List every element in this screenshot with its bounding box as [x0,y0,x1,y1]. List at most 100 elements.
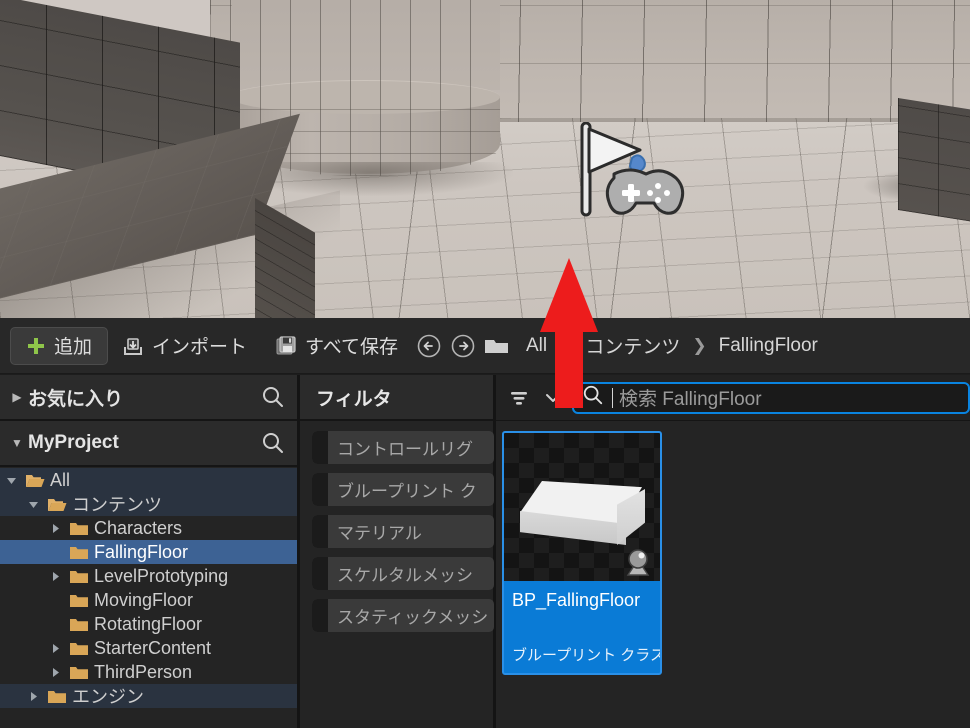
asset-tile-name: BP_FallingFloor [512,590,641,610]
filter-chip-swatch [312,515,328,548]
filter-chip-2[interactable]: マテリアル [312,515,494,548]
chevron-right-icon[interactable] [44,571,66,582]
filter-chip-0[interactable]: コントロールリグ [312,431,494,464]
breadcrumb-item-1[interactable]: コンテンツ [577,332,688,359]
tree-item-LevelPrototyping[interactable]: LevelPrototyping [0,564,297,588]
breadcrumb-item-0[interactable]: All [518,335,555,357]
chevron-right-icon[interactable] [44,667,66,678]
navigate-back-button[interactable] [412,329,446,363]
asset-tree: All コンテンツ Characters FallingFloor LevelProto… [0,467,297,728]
tree-item-Characters[interactable]: Characters [0,516,297,540]
asset-tile-type: ブループリント クラス [512,647,660,664]
asset-tile-bp-fallingfloor[interactable]: BP_FallingFloor ブループリント クラス [502,431,662,675]
filter-chip-3[interactable]: スケルタルメッシ [312,557,494,590]
folder-icon [66,592,92,609]
project-label: MyProject [28,432,119,453]
save-all-button-label: すべて保存 [305,337,398,358]
breadcrumb: All ❯ コンテンツ ❯ FallingFloor [518,332,826,359]
content-browser-toolbar: 追加 インポート すべて保存 All ❯ コンテンツ ❯ FallingFloo… [0,318,970,374]
breadcrumb-item-2[interactable]: FallingFloor [711,335,826,357]
filter-chip-swatch [312,431,328,464]
tree-item-RotatingFloor[interactable]: RotatingFloor [0,612,297,636]
filter-chip-label: スタティックメッシ [337,608,489,627]
tree-item-StarterContent[interactable]: StarterContent [0,636,297,660]
viewport-right-block-grid [898,98,970,228]
chevron-down-icon[interactable] [0,475,22,486]
chevron-right-icon[interactable] [44,523,66,534]
import-icon [122,335,144,357]
favorites-search-icon[interactable] [259,385,287,409]
tree-item-label: エンジン [72,687,144,707]
filter-chip-4[interactable]: スタティックメッシ [312,599,494,632]
tree-item-コンテンツ[interactable]: コンテンツ [0,492,297,516]
folder-icon [66,664,92,681]
folder-icon [66,568,92,585]
project-search-icon[interactable] [259,431,287,455]
tree-item-ThirdPerson[interactable]: ThirdPerson [0,660,297,684]
plus-icon [26,336,46,356]
filter-funnel-icon[interactable] [504,383,534,413]
filter-chip-label: ブループリント ク [337,482,477,501]
asset-grid[interactable]: BP_FallingFloor ブループリント クラス [496,421,970,728]
navigate-forward-button[interactable] [446,329,480,363]
breadcrumb-folder-icon[interactable] [480,329,514,363]
favorites-label: お気に入り [28,388,124,410]
filter-chip-label: コントロールリグ [337,440,473,459]
filter-chip-1[interactable]: ブループリント ク [312,473,494,506]
chevron-right-icon[interactable] [44,643,66,654]
chevron-right-icon: ▶ [12,390,22,404]
tree-item-label: Characters [94,517,183,538]
chevron-down-icon: ▼ [11,436,23,450]
filter-chip-label: スケルタルメッシ [337,566,473,585]
player-start-icon[interactable] [570,121,690,222]
folder-icon [44,688,70,705]
blueprint-thumbnail-badge-icon [621,547,655,577]
filter-chip-label: マテリアル [337,524,422,543]
folder-icon [66,544,92,561]
search-input[interactable]: 検索 FallingFloor [572,381,970,414]
filter-panel: フィルタ コントロールリグ ブループリント クマテリアル スケルタルメッシ スタティッ… [300,375,496,728]
chevron-down-icon[interactable] [538,383,568,413]
filter-chip-swatch [312,557,328,590]
tree-item-All[interactable]: All [0,468,297,492]
favorites-section-header[interactable]: ▶ お気に入り [0,375,297,421]
folder-icon [22,472,48,489]
save-floppy-icon [275,335,297,357]
tree-item-MovingFloor[interactable]: MovingFloor [0,588,297,612]
asset-thumbnail [504,433,660,581]
folder-icon [44,496,70,513]
tree-item-label: StarterContent [94,637,212,658]
import-button[interactable]: インポート [108,327,261,365]
breadcrumb-separator: ❯ [559,335,574,355]
import-button-label: インポート [152,337,248,358]
filter-chip-swatch [312,599,328,632]
chevron-down-icon[interactable] [22,499,44,510]
add-button-label: 追加 [54,337,93,358]
add-button[interactable]: 追加 [10,326,109,365]
unreal-editor-window: 追加 インポート すべて保存 All ❯ コンテンツ ❯ FallingFloo… [0,0,970,728]
save-all-button[interactable]: すべて保存 [261,327,412,365]
tree-item-label: MovingFloor [94,589,194,610]
text-caret [612,387,613,408]
folder-icon [66,520,92,537]
asset-view-panel: 検索 FallingFloor BP_FallingFloor ブループリント … [496,375,970,728]
folder-icon [66,640,92,657]
search-icon [582,384,604,411]
tree-item-FallingFloor[interactable]: FallingFloor [0,540,297,564]
tree-item-label: コンテンツ [72,495,162,515]
level-viewport[interactable] [0,0,970,318]
tree-item-エンジン[interactable]: エンジン [0,684,297,708]
content-browser-body: ▶ お気に入り ▼ MyProject All コンテンツ Characters… [0,375,970,728]
folder-icon [66,616,92,633]
tree-item-label: LevelPrototyping [94,565,229,586]
asset-view-toolbar: 検索 FallingFloor [496,375,970,421]
tree-item-label: FallingFloor [94,541,189,562]
filter-chip-swatch [312,473,328,506]
chevron-right-icon[interactable] [22,691,44,702]
tree-item-label: ThirdPerson [94,661,193,682]
tree-item-label: RotatingFloor [94,613,203,634]
project-section-header[interactable]: ▼ MyProject [0,421,297,467]
sources-panel: ▶ お気に入り ▼ MyProject All コンテンツ Characters… [0,375,300,728]
filter-list: コントロールリグ ブループリント クマテリアルスケルタルメッシ スタティックメッシ [300,421,494,632]
tree-item-label: All [50,469,71,490]
